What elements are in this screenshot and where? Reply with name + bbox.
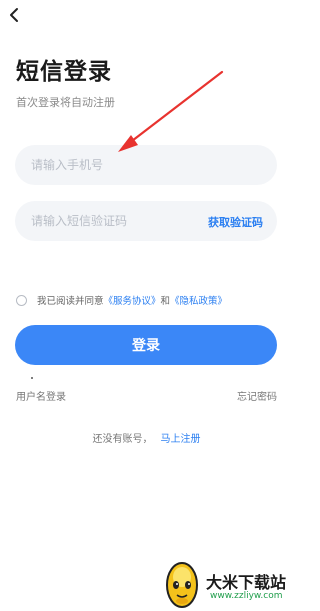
watermark-name: 大米下载站 bbox=[206, 573, 287, 592]
login-button[interactable]: 登录 bbox=[15, 325, 277, 365]
get-code-button[interactable]: 获取验证码 bbox=[208, 214, 263, 230]
page-title: 短信登录 bbox=[16, 59, 112, 85]
rice-mascot-logo-icon bbox=[166, 562, 198, 608]
register-link[interactable]: 马上注册 bbox=[161, 434, 201, 445]
watermark-url: www.zzliyw.com bbox=[210, 591, 283, 601]
agreement-conjunction: 和 bbox=[160, 296, 171, 307]
stray-dot bbox=[31, 377, 33, 379]
service-agreement-link[interactable]: 《服务协议》 bbox=[104, 293, 161, 307]
register-row: 还没有账号， 马上注册 bbox=[0, 430, 293, 445]
watermark: 大米下载站 www.zzliyw.com bbox=[162, 555, 293, 611]
back-button[interactable] bbox=[4, 4, 26, 26]
username-login-link[interactable]: 用户名登录 bbox=[16, 388, 66, 403]
no-account-text: 还没有账号， bbox=[92, 434, 153, 445]
agreement-prefix: 我已阅读并同意 bbox=[37, 296, 104, 307]
agreement-checkbox[interactable] bbox=[16, 294, 27, 306]
phone-field[interactable] bbox=[15, 145, 277, 185]
phone-input[interactable] bbox=[31, 145, 261, 185]
forgot-password-link[interactable]: 忘记密码 bbox=[237, 388, 277, 403]
chevron-left-icon bbox=[10, 8, 18, 22]
sms-code-input[interactable] bbox=[31, 201, 191, 241]
page-subtitle: 首次登录将自动注册 bbox=[16, 96, 115, 109]
privacy-policy-link[interactable]: 《隐私政策》 bbox=[170, 293, 227, 307]
agreement-row: 我已阅读并同意 《服务协议》 和 《隐私政策》 bbox=[16, 292, 227, 308]
sms-code-field[interactable]: 获取验证码 bbox=[15, 201, 277, 241]
